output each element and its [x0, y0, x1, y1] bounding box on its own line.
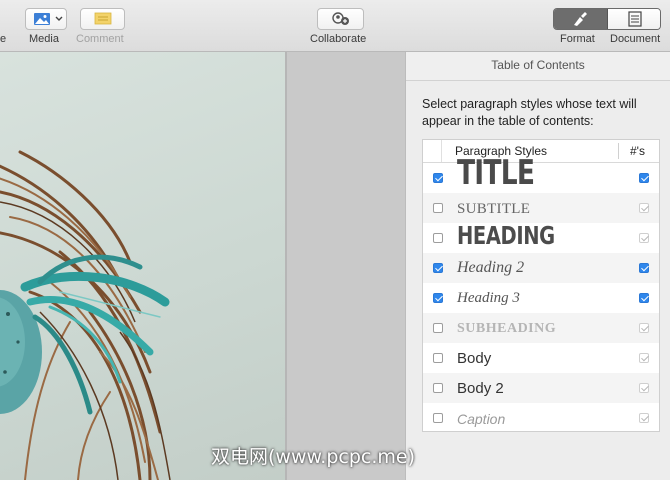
format-inspector: Table of Contents Select paragraph style…	[405, 52, 670, 480]
style-row-caption[interactable]: Caption	[423, 403, 659, 431]
style-name: Heading 3	[457, 290, 520, 306]
toc-instructions: Select paragraph styles whose text will …	[422, 97, 637, 128]
style-name: SUBTITLE	[457, 201, 531, 217]
page-number-checkbox[interactable]	[639, 173, 649, 183]
format-label: Format	[560, 33, 595, 45]
format-button[interactable]	[554, 9, 608, 29]
include-checkbox[interactable]	[433, 173, 443, 183]
toolbar: e Media Comment Collaborate Format Docum…	[0, 0, 670, 52]
include-checkbox[interactable]	[433, 263, 443, 273]
page-number-checkbox[interactable]	[639, 413, 649, 423]
collaborate-icon	[332, 12, 349, 25]
media-label: Media	[29, 33, 59, 45]
style-row-body-2[interactable]: Body 2	[423, 373, 659, 403]
page-number-checkbox[interactable]	[639, 233, 649, 243]
style-row-subheading[interactable]: SUBHEADING	[423, 313, 659, 343]
image-icon	[34, 13, 63, 25]
style-row-heading-3[interactable]: Heading 3	[423, 283, 659, 313]
document-page[interactable]	[0, 52, 285, 480]
inspector-segmented-control	[553, 8, 661, 30]
partial-toolbar-label: e	[0, 33, 7, 45]
column-header-page-numbers[interactable]: #'s	[630, 144, 645, 158]
document-icon	[628, 11, 642, 27]
comment-icon	[94, 12, 112, 25]
paintbrush-icon	[574, 12, 587, 26]
page-number-checkbox[interactable]	[639, 293, 649, 303]
page-number-checkbox[interactable]	[639, 263, 649, 273]
style-row-title[interactable]: TITLE	[423, 153, 659, 193]
style-row-body[interactable]: Body	[423, 343, 659, 373]
column-separator	[618, 143, 619, 159]
include-checkbox[interactable]	[433, 203, 443, 213]
comment-button[interactable]	[80, 8, 125, 30]
include-checkbox[interactable]	[433, 353, 443, 363]
style-row-subtitle[interactable]: SUBTITLE	[423, 193, 659, 223]
page-number-checkbox[interactable]	[639, 353, 649, 363]
include-checkbox[interactable]	[433, 233, 443, 243]
style-row-heading-2[interactable]: Heading 2	[423, 253, 659, 283]
page-edge	[285, 52, 287, 480]
column-separator	[441, 140, 442, 162]
nest-photo	[0, 150, 171, 480]
media-button[interactable]	[25, 8, 67, 30]
document-label: Document	[610, 33, 661, 45]
document-canvas[interactable]	[0, 52, 405, 480]
style-name: TITLE	[457, 153, 535, 193]
comment-label: Comment	[76, 33, 124, 45]
style-name: Caption	[457, 411, 506, 427]
paragraph-styles-list: Paragraph Styles #'s TITLE SUBTITLE HEAD…	[422, 139, 660, 432]
collaborate-label: Collaborate	[310, 33, 367, 45]
style-name: Body 2	[457, 380, 504, 397]
include-checkbox[interactable]	[433, 293, 443, 303]
style-name: HEADING	[457, 221, 555, 250]
inspector-title: Table of Contents	[406, 52, 670, 81]
page-number-checkbox[interactable]	[639, 323, 649, 333]
watermark-text: 双电网(www.pcpc.me)	[211, 446, 415, 468]
page-number-checkbox[interactable]	[639, 383, 649, 393]
include-checkbox[interactable]	[433, 383, 443, 393]
page-number-checkbox[interactable]	[639, 203, 649, 213]
style-name: Heading 2	[457, 259, 525, 276]
include-checkbox[interactable]	[433, 413, 443, 423]
style-name: SUBHEADING	[457, 321, 557, 336]
collaborate-button[interactable]	[317, 8, 364, 30]
style-row-heading[interactable]: HEADING	[423, 221, 659, 253]
style-name: Body	[457, 350, 492, 367]
document-button[interactable]	[608, 9, 660, 29]
include-checkbox[interactable]	[433, 323, 443, 333]
